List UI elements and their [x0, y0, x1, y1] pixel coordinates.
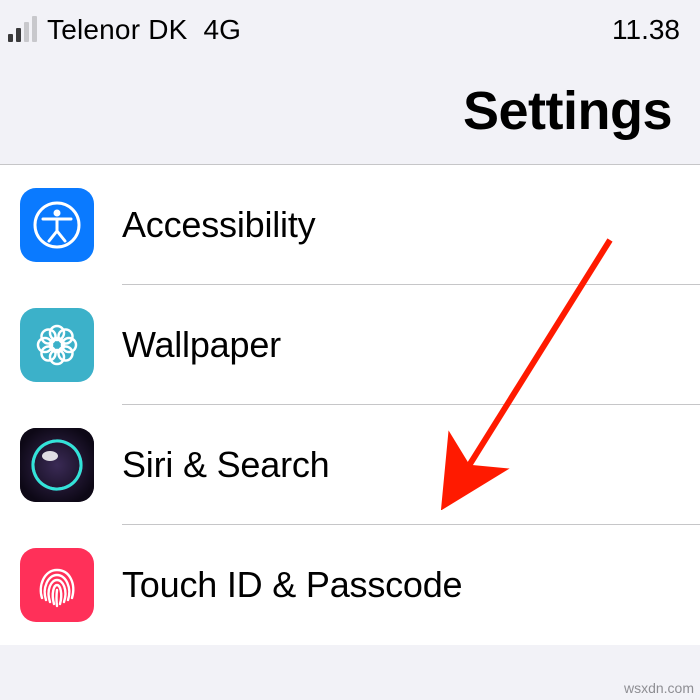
signal-strength-icon — [8, 18, 37, 42]
siri-icon — [20, 428, 94, 502]
network-type-label: 4G — [204, 14, 241, 46]
fingerprint-icon — [20, 548, 94, 622]
clock-label: 11.38 — [612, 14, 680, 46]
settings-row-accessibility[interactable]: Accessibility — [0, 165, 700, 285]
accessibility-icon — [20, 188, 94, 262]
watermark-label: wsxdn.com — [624, 680, 694, 696]
status-bar: Telenor DK 4G 11.38 — [0, 0, 700, 50]
settings-row-label: Touch ID & Passcode — [122, 564, 462, 606]
page-title: Settings — [0, 80, 700, 142]
settings-row-wallpaper[interactable]: Wallpaper — [0, 285, 700, 405]
settings-row-label: Accessibility — [122, 204, 315, 246]
wallpaper-icon — [20, 308, 94, 382]
settings-row-label: Wallpaper — [122, 324, 281, 366]
settings-row-siri-search[interactable]: Siri & Search — [0, 405, 700, 525]
carrier-label: Telenor DK — [47, 14, 188, 46]
settings-row-touch-id[interactable]: Touch ID & Passcode — [0, 525, 700, 645]
page-header: Settings — [0, 50, 700, 165]
settings-row-label: Siri & Search — [122, 444, 329, 486]
settings-list: Accessibility Wallpaper — [0, 165, 700, 645]
